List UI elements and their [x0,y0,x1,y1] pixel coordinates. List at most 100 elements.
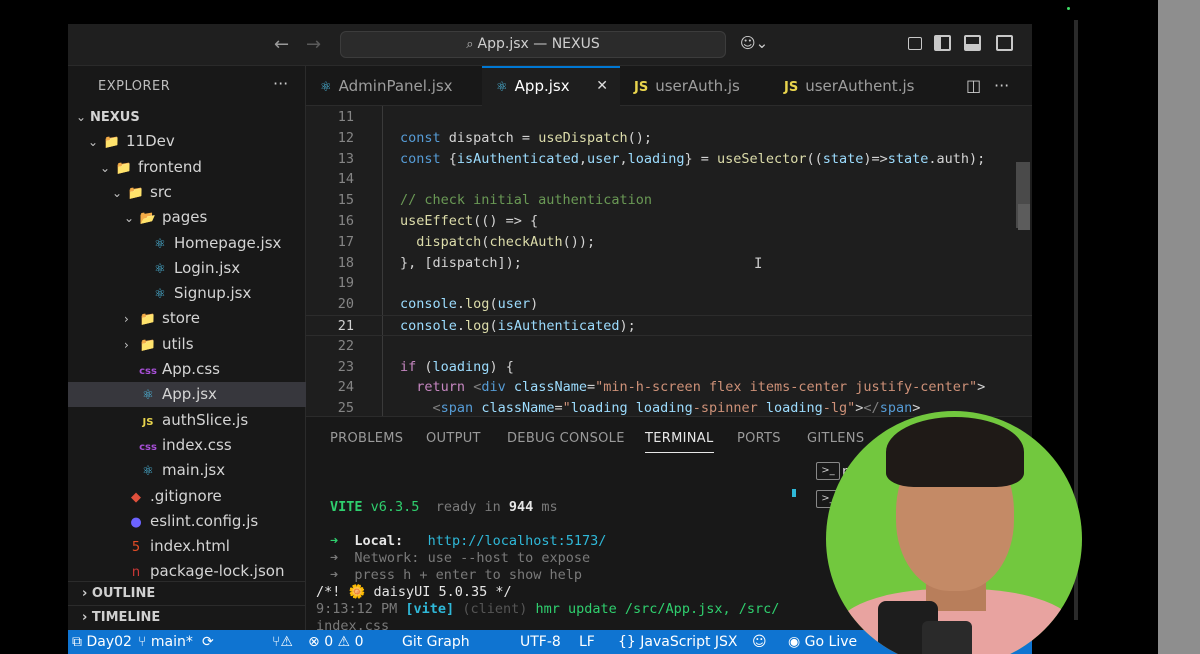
customize-layout-icon[interactable] [908,37,922,50]
toggle-panel-icon[interactable] [964,35,981,51]
forward-arrow-icon[interactable]: → [306,34,321,55]
git-graph-button[interactable]: Git Graph [402,630,470,654]
tree-item[interactable]: ⌄ 📁 src [68,180,306,205]
code-text: useEffect(() => { [400,213,539,229]
code-line: 24 return <div className="min-h-screen f… [306,377,1032,398]
tree-item[interactable]: ⚛ Signup.jsx [68,281,306,306]
network-text: use --host to expose [427,550,591,566]
line-number: 21 [337,318,354,334]
command-center-label: App.jsx — NEXUS [477,36,600,52]
tree-item[interactable]: css App.css [68,357,306,382]
chevron-icon: ⌄ [100,160,111,175]
tab-ports[interactable]: PORTS [737,431,781,446]
tree-item[interactable]: css index.css [68,433,306,458]
toggle-primary-sidebar-icon[interactable] [934,35,951,51]
code-text: console.log(user) [400,296,539,313]
tree-item[interactable]: ⌄ 📁 11Dev [68,129,306,154]
terminal-instance-icon[interactable]: >_ [816,462,840,480]
explorer-more-icon[interactable]: ··· [273,74,288,93]
branch-indicator[interactable]: ⑂ main* [138,630,193,654]
tree-item[interactable]: 5 index.html [68,534,306,559]
person-hair [886,417,1024,487]
outline-section[interactable]: › OUTLINE [68,581,306,605]
tree-item-label: eslint.config.js [150,511,259,530]
branch-label: main* [150,634,193,650]
command-center[interactable]: ⌕ App.jsx — NEXUS [340,31,726,58]
line-number: 18 [337,254,354,271]
toggle-secondary-sidebar-icon[interactable] [996,35,1013,51]
line-number: 14 [337,171,354,188]
tree-item[interactable]: ◆ .gitignore [68,484,306,509]
tree-item[interactable]: › 📁 store [68,306,306,331]
timeline-section[interactable]: › TIMELINE [68,605,306,629]
remote-label: Day02 [86,634,132,650]
chevron-icon: ⌄ [124,211,135,226]
language-label: JavaScript JSX [640,634,738,650]
tab-label: AdminPanel.jsx [338,77,453,95]
vite-name: VITE [330,499,363,515]
code-text: console.log(isAuthenticated); [400,318,636,334]
editor-scrollbar-thumb[interactable] [1018,204,1030,230]
hmr-tag: [vite] [405,601,455,617]
line-number: 12 [337,129,354,146]
tab-debug-console[interactable]: DEBUG CONSOLE [507,431,625,446]
recording-indicator-dot [1067,7,1070,10]
line-number: 13 [337,150,354,167]
tab-userauth[interactable]: JS userAuth.js [620,66,770,106]
help-text: press h + enter to show help [354,567,582,583]
remote-indicator[interactable]: ⧉ Day02 [72,630,132,654]
chevron-icon: ⌄ [88,135,99,150]
tab-userauthent[interactable]: JS userAuthent.js [770,66,938,106]
code-line: 11 [306,107,1032,128]
close-icon[interactable]: ✕ [596,68,608,104]
copilot-status-icon[interactable]: ☺ [752,630,767,654]
chevron-icon: ⌄ [76,110,87,124]
language-indicator[interactable]: {} JavaScript JSX [618,630,738,654]
javascript-icon: JS [784,80,799,95]
code-line: 16 useEffect(() => { [306,211,1032,232]
tree-item[interactable]: › 📁 utils [68,332,306,357]
eol-indicator[interactable]: LF [579,630,595,654]
sync-status-icon[interactable]: ⑂⚠ [272,630,293,654]
tab-problems[interactable]: PROBLEMS [330,431,403,446]
tree-item-label: 11Dev [126,132,175,151]
split-editor-icon[interactable]: ◫ [966,76,981,95]
more-actions-icon[interactable]: ··· [994,76,1009,95]
encoding-indicator[interactable]: UTF-8 [520,630,561,654]
file-type-icon: ● [130,514,142,530]
network-label: Network: [354,550,420,566]
code-text: const {isAuthenticated,user,loading} = u… [400,150,986,167]
code-text: dispatch(checkAuth()); [416,233,596,250]
file-type-icon: JS [142,416,154,428]
local-label: Local: [354,533,404,549]
tree-item[interactable]: ⚛ main.jsx [68,458,306,483]
terminal-vite-line: VITE v6.3.5 ready in 944 ms [330,499,800,516]
tree-item[interactable]: ⌄ 📁 frontend [68,155,306,180]
code-text: if (loading) { [400,358,514,375]
tree-item[interactable]: ⌄ NEXUS [68,104,306,129]
tree-item[interactable]: ⚛ App.jsx [68,382,306,408]
tab-adminpanel[interactable]: ⚛ AdminPanel.jsx [306,66,482,106]
local-url[interactable]: http://localhost:5173/ [428,533,607,549]
line-number: 23 [337,358,354,375]
ready-text: ready in [435,499,501,515]
tab-label: App.jsx [514,77,570,95]
tab-gitlens[interactable]: GITLENS [807,431,864,446]
tree-item[interactable]: ⚛ Login.jsx [68,256,306,281]
tree-item[interactable]: JS authSlice.js [68,408,306,433]
tree-item[interactable]: ⌄ 📂 pages [68,205,306,230]
tab-output[interactable]: OUTPUT [426,431,481,446]
sync-icon[interactable]: ⟳ [202,630,214,654]
tree-item[interactable]: ⚛ Homepage.jsx [68,231,306,256]
tab-terminal[interactable]: TERMINAL [645,431,714,453]
tree-item[interactable]: ● eslint.config.js [68,509,306,534]
code-editor[interactable]: 11 12 const dispatch = useDispatch(); 13 con… [306,106,1032,416]
text-cursor-icon: I [754,256,763,272]
back-arrow-icon[interactable]: ← [274,34,289,55]
file-type-icon: ⚛ [154,287,166,303]
problems-indicator[interactable]: ⊗ 0 ⚠ 0 [308,630,363,654]
line-number: 17 [337,233,354,250]
tab-app-jsx[interactable]: ⚛ App.jsx ✕ [482,66,620,106]
background-panel [1158,0,1200,654]
copilot-icon[interactable]: ☺⌄ [740,34,768,52]
